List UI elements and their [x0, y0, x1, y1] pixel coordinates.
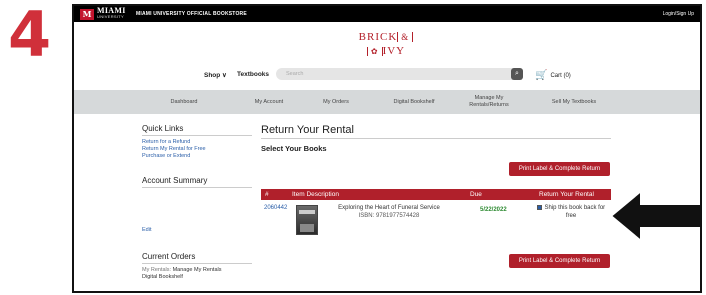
col-item-description: Item Description [292, 191, 339, 198]
subnav-dashboard[interactable]: Dashboard [134, 90, 234, 114]
orders-prefix: My Rentals: [142, 267, 172, 273]
book-title: Exploring the Heart of Funeral Service [338, 205, 440, 211]
page-title: Return Your Rental [261, 124, 611, 139]
current-orders-text: My Rentals: Manage My Rentals Digital Bo… [142, 267, 262, 281]
quick-links-title: Quick Links [142, 124, 252, 136]
book-isbn: ISBN: 9781977574428 [358, 212, 420, 219]
digital-bookshelf-link[interactable]: Digital Bookshelf [142, 274, 183, 280]
browser-screenshot: M MIAMI UNIVERSITY MIAMI UNIVERSITY OFFI… [72, 4, 702, 293]
current-orders-title: Current Orders [142, 252, 252, 264]
main-nav: Shop ∨ Textbooks Search ⌕ 🛒 Cart (0) [74, 68, 700, 84]
shop-menu[interactable]: Shop ∨ [204, 71, 227, 79]
select-books-label: Select Your Books [261, 144, 327, 153]
subnav-sell-textbooks[interactable]: Sell My Textbooks [524, 90, 624, 114]
col-return-rental: Return Your Rental [539, 191, 594, 198]
university-logo[interactable]: M MIAMI UNIVERSITY [80, 7, 126, 20]
top-bar: M MIAMI UNIVERSITY MIAMI UNIVERSITY OFFI… [74, 6, 700, 22]
subnav-digital-bookshelf[interactable]: Digital Bookshelf [364, 90, 464, 114]
pointer-arrow-icon [609, 189, 700, 243]
logo-subtitle: UNIVERSITY [97, 14, 125, 19]
col-due: Due [470, 191, 482, 198]
textbooks-link[interactable]: Textbooks [237, 71, 269, 78]
login-signup-link[interactable]: Login/Sign Up [663, 11, 694, 17]
order-id-link[interactable]: 2060442 [264, 205, 287, 211]
col-number: # [265, 191, 269, 198]
print-label-button-bottom[interactable]: Print Label & Complete Return [509, 254, 610, 268]
item-description: Exploring the Heart of Funeral Service I… [334, 205, 444, 220]
edit-link[interactable]: Edit [142, 227, 151, 233]
due-date: 5/22/2022 [480, 207, 507, 213]
cart-link[interactable]: 🛒 Cart (0) [535, 70, 571, 81]
account-subnav: Dashboard My Account My Orders Digital B… [74, 90, 700, 114]
cart-icon: 🛒 [535, 70, 548, 81]
brand-word-ivy: IVY [382, 45, 406, 57]
ship-back-label: Ship this book back for free [544, 205, 606, 219]
manage-rentals-link[interactable]: Manage My Rentals [173, 267, 222, 273]
return-refund-link[interactable]: Return for a Refund [142, 139, 252, 146]
cart-label: Cart (0) [550, 72, 571, 79]
ship-back-option[interactable]: Ship this book back for free [536, 205, 606, 220]
crest-icon: ✿ [366, 47, 383, 56]
store-title[interactable]: MIAMI UNIVERSITY OFFICIAL BOOKSTORE [136, 11, 247, 17]
brand-word-brick: BRICK [358, 31, 398, 43]
sidebar: Quick Links Return for a Refund Return M… [142, 124, 252, 280]
brand-ampersand: & [397, 32, 414, 42]
step-number: 4 [8, 0, 52, 71]
purchase-extend-link[interactable]: Purchase or Extend [142, 153, 252, 160]
miami-m-icon: M [80, 8, 94, 20]
book-cover-image [296, 205, 318, 235]
search-icon[interactable]: ⌕ [511, 68, 523, 80]
rental-table-header: # Item Description Due Return Your Renta… [261, 189, 611, 200]
main-content: Return Your Rental Select Your Books [261, 124, 611, 153]
brick-ivy-logo[interactable]: BRICK & ✿ IVY [346, 31, 426, 65]
print-label-button-top[interactable]: Print Label & Complete Return [509, 162, 610, 176]
ship-back-checkbox[interactable] [536, 205, 542, 210]
return-rental-link[interactable]: Return My Rental for Free [142, 146, 252, 153]
subnav-manage-rentals[interactable]: Manage My Rentals/Returns [459, 90, 519, 114]
search-input[interactable]: Search [276, 68, 522, 80]
account-summary-title: Account Summary [142, 176, 252, 188]
